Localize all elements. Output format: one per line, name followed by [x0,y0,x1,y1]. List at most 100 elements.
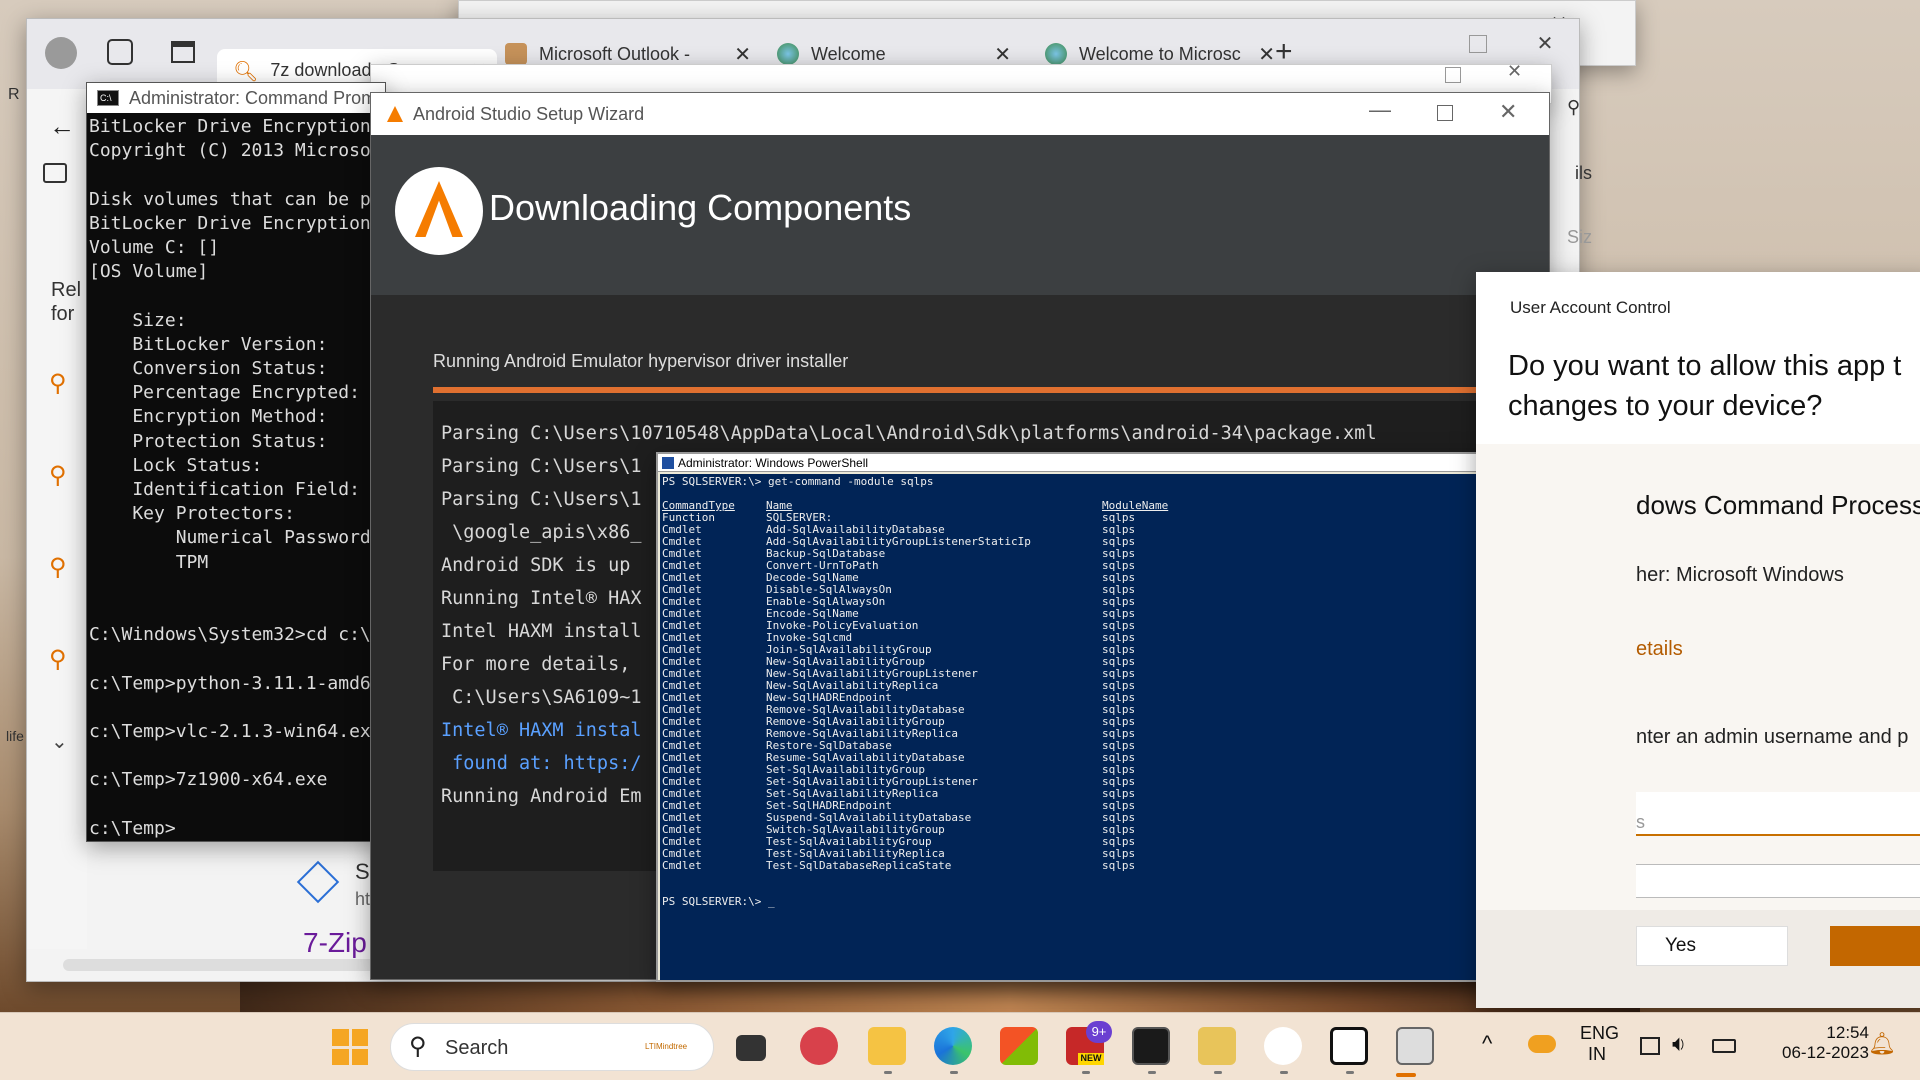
collections-icon[interactable] [43,163,67,183]
running-indicator [1148,1071,1156,1074]
window-titlebar[interactable]: C:\ Administrator: Command Prom [87,83,385,113]
console-line: Copyright (C) 2013 Microso [89,140,371,162]
browser-sidebar: ← Rel for ⚲ ⚲ ⚲ ⚲ ⌄ [27,89,87,949]
console-line: Lock Status: [89,454,263,476]
console-line: c:\Temp>python-3.11.1-amd6 [89,672,371,694]
search-icon[interactable]: ⚲ [49,369,79,399]
close-tab-icon[interactable]: ✕ [734,42,751,67]
running-indicator [1214,1071,1222,1074]
battery-icon[interactable] [1712,1039,1736,1053]
taskbar: ⚲ Search LTIMindtree 9+ NEW ^ ENG IN 🔉︎ … [0,1012,1920,1080]
password-field[interactable] [1636,864,1920,898]
search-brand: LTIMindtree [645,1042,688,1051]
edge-icon [1045,43,1067,65]
console-line: Numerical Password [89,527,371,549]
maximize-icon[interactable] [1445,67,1461,83]
console-line: Encryption Method: [89,406,328,428]
running-indicator [1082,1071,1090,1074]
powershell-icon [662,456,674,469]
installer-icon[interactable] [1396,1027,1434,1065]
start-button[interactable] [332,1029,368,1065]
weather-icon[interactable] [1528,1035,1556,1053]
close-icon[interactable]: ✕ [1525,31,1565,56]
console-line: TPM [89,551,209,573]
control-panel-icon[interactable] [1198,1027,1236,1065]
username-field[interactable] [1636,792,1920,836]
console-line: Protection Status: [89,430,328,452]
result-title-link[interactable]: 7-Zip [303,927,367,959]
search-icon[interactable]: ⚲ [49,645,79,675]
chevron-up-icon[interactable]: ^ [1482,1031,1492,1057]
clock[interactable]: 12:54 06-12-2023 [1782,1023,1869,1063]
close-tab-icon[interactable]: ✕ [1258,42,1275,67]
window-title: Administrator: Windows PowerShell [678,455,869,470]
cmd-icon: C:\ [97,90,119,106]
maximize-icon[interactable] [1469,35,1487,53]
search-icon: ⚲ [409,1033,427,1060]
region-code: IN [1588,1044,1606,1064]
search-icon[interactable]: ⚲ [49,553,79,583]
close-tab-icon[interactable]: ✕ [994,42,1011,67]
wizard-header: Downloading Components [371,135,1549,295]
search-placeholder: Search [445,1037,509,1059]
task-view-icon[interactable] [736,1035,766,1061]
new-tag: NEW [1078,1053,1104,1065]
taskbar-search[interactable]: ⚲ Search LTIMindtree [390,1023,714,1071]
vertical-tabs-icon[interactable] [171,41,195,63]
show-details-link[interactable]: etails [1636,638,1683,661]
workspaces-icon[interactable] [107,39,133,65]
console-line: [OS Volume] [89,261,209,283]
notification-badge: 9+ [1086,1021,1112,1043]
console-output[interactable]: BitLocker Drive Encryption Copyright (C) … [87,113,385,841]
sidebar-text: Rel [51,279,82,301]
close-icon[interactable]: ✕ [1507,61,1522,82]
search-icon[interactable]: ⚲ [49,461,79,491]
username-placeholder: s [1636,812,1645,832]
console-line: C:\Windows\System32>cd c:\ [89,624,371,646]
desktop-text: R [8,86,20,103]
time-text: 12:54 [1826,1023,1869,1042]
language-indicator[interactable]: ENG IN [1580,1023,1619,1065]
yes-button[interactable]: Yes [1636,926,1788,966]
store-icon[interactable] [1000,1027,1038,1065]
console-line: Size: [89,309,187,331]
minimize-icon[interactable]: — [1369,97,1391,123]
no-button[interactable] [1830,926,1920,966]
panel-text: Siz [1567,227,1593,247]
console-line: Disk volumes that can be p [89,188,371,210]
console-line: Volume C: [] [89,237,220,259]
window-title: Administrator: Command Prom [129,87,377,108]
edge-browser-icon[interactable] [934,1027,972,1065]
search-icon[interactable]: ⚲ [1567,97,1580,118]
console-line: Percentage Encrypted: [89,382,360,404]
file-explorer-icon[interactable] [868,1027,906,1065]
android-studio-icon[interactable] [1264,1027,1302,1065]
maximize-icon[interactable] [1437,105,1453,121]
console-line: c:\Temp>vlc-2.1.3-win64.ex [89,721,371,743]
window-titlebar[interactable]: Android Studio Setup Wizard — ✕ [371,93,1549,135]
7zip-icon[interactable] [1330,1027,1368,1065]
terminal-icon[interactable] [1132,1027,1170,1065]
profile-icon[interactable] [45,37,77,69]
notification-bell-icon[interactable]: 🔔︎ [1868,1031,1896,1057]
video-app-icon[interactable] [800,1027,838,1065]
horizontal-scrollbar[interactable] [63,959,393,971]
network-icon[interactable] [1640,1037,1660,1055]
close-icon[interactable]: ✕ [1499,99,1517,125]
android-studio-logo-icon [395,167,483,255]
tab-label: Microsoft Outlook - [539,43,691,64]
uac-header: User Account Control Do you want to allo… [1476,272,1920,444]
log-line: Parsing C:\Users\10710548\AppData\Local\… [441,423,1377,444]
uac-dialog: User Account Control Do you want to allo… [1476,272,1920,1008]
outlook-icon [505,43,527,65]
volume-icon[interactable]: 🔉︎ [1672,1031,1686,1057]
publisher-text: her: Microsoft Windows [1636,564,1844,586]
chevron-down-icon[interactable]: ⌄ [51,729,68,754]
active-indicator [1396,1073,1416,1077]
app-name: dows Command Process [1636,490,1920,520]
back-arrow-icon[interactable]: ← [49,111,75,142]
